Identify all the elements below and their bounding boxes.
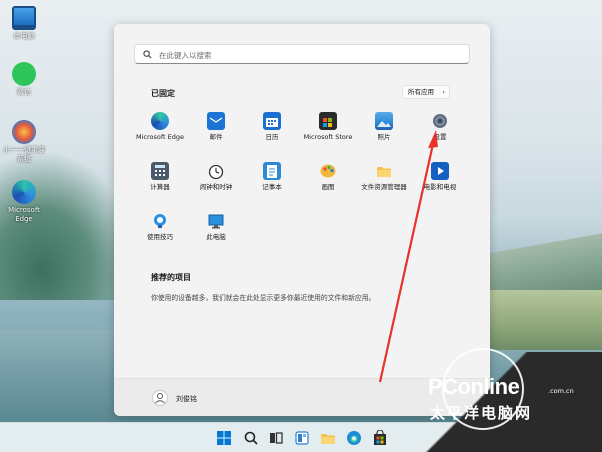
watermark-subtitle: 太平洋电脑网: [430, 404, 533, 422]
watermark-logo: PConline: [428, 374, 520, 399]
task-view-icon[interactable]: [268, 430, 284, 446]
search-icon[interactable]: [243, 430, 259, 446]
file-explorer-icon[interactable]: [320, 430, 336, 446]
watermark: PConline .com.cn 太平洋电脑网: [380, 348, 602, 452]
widgets-icon[interactable]: [294, 430, 310, 446]
windows-start-icon[interactable]: [216, 430, 232, 446]
edge-icon[interactable]: [346, 430, 362, 446]
watermark-domain: .com.cn: [548, 387, 574, 395]
